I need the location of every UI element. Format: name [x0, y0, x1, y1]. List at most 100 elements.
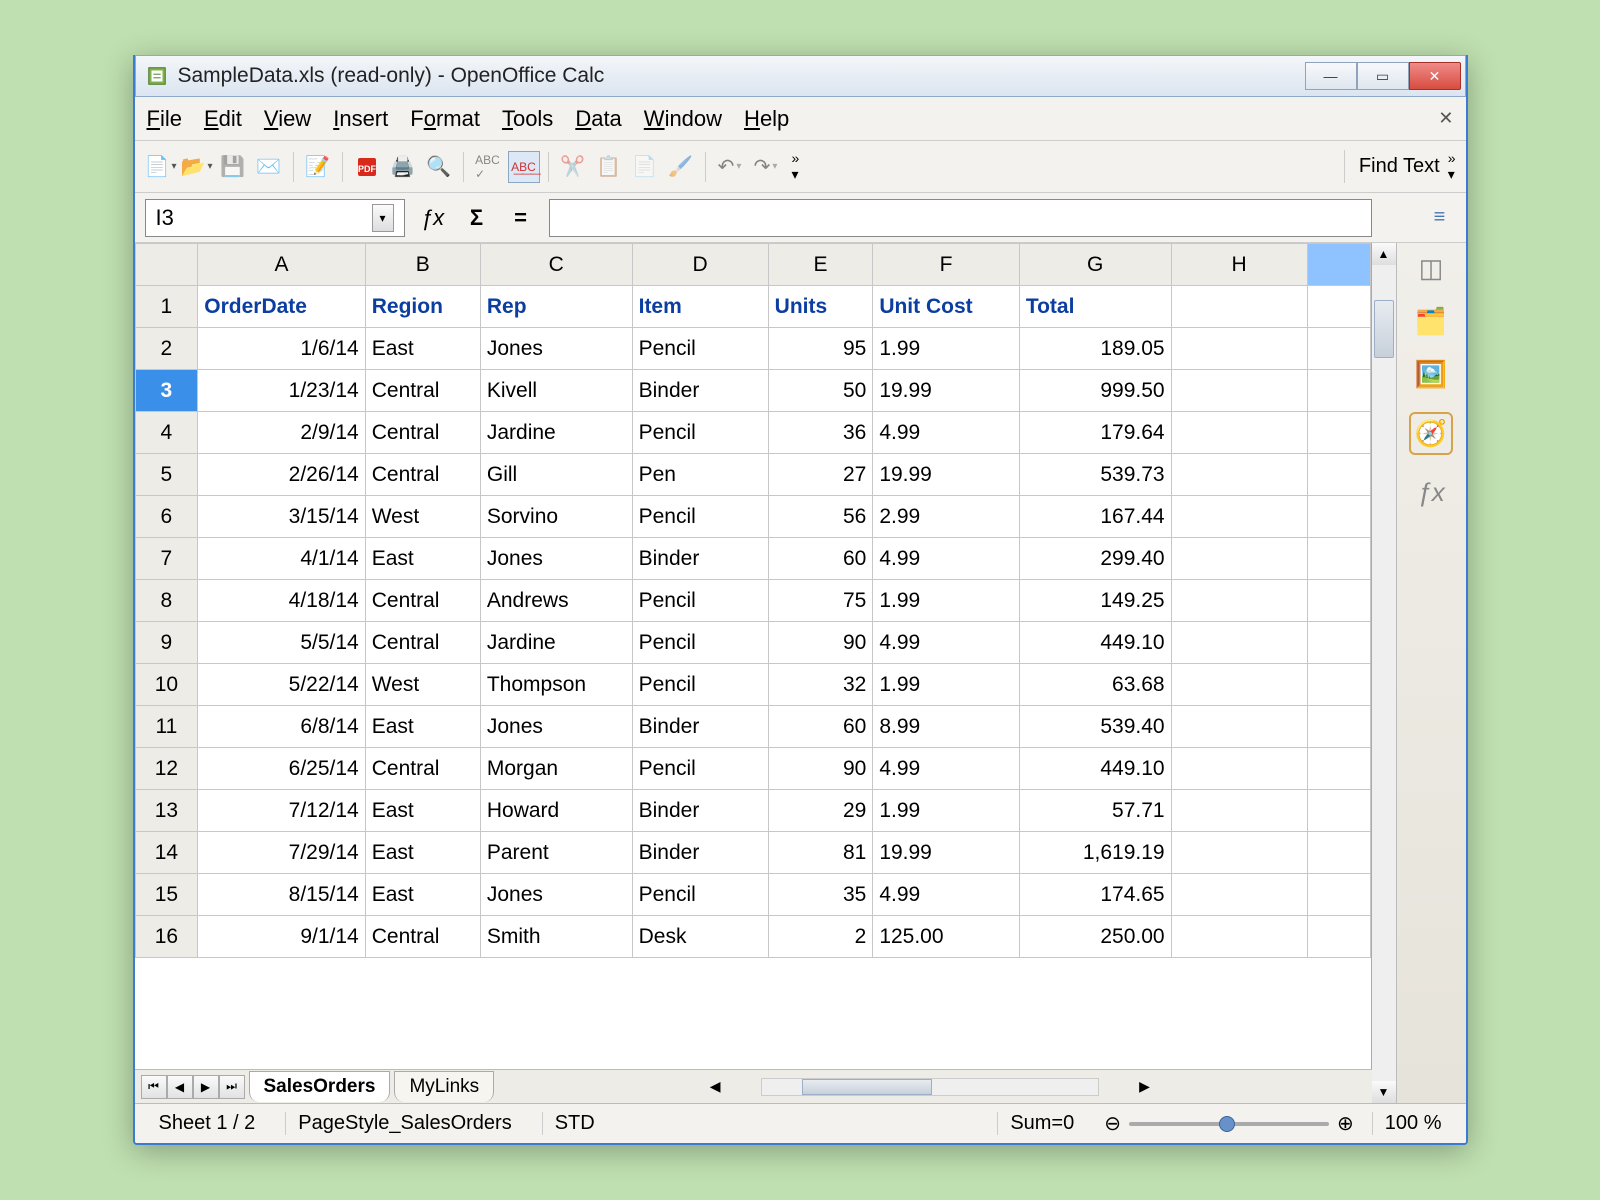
cell[interactable]: 9/1/14 — [198, 916, 365, 958]
cell[interactable]: 2.99 — [873, 496, 1020, 538]
cell[interactable] — [1171, 370, 1307, 412]
gallery-icon[interactable]: 🖼️ — [1415, 359, 1447, 390]
cell[interactable]: Units — [768, 286, 873, 328]
cell[interactable] — [1307, 622, 1370, 664]
cell[interactable]: 60 — [768, 706, 873, 748]
tab-nav-next-icon[interactable]: ▶ — [193, 1075, 219, 1099]
cell[interactable]: Pencil — [632, 664, 768, 706]
cell[interactable]: 6/25/14 — [198, 748, 365, 790]
cell[interactable]: Pencil — [632, 328, 768, 370]
vscroll-up-icon[interactable]: ▲ — [1372, 243, 1396, 265]
cell[interactable]: 3/15/14 — [198, 496, 365, 538]
cell[interactable] — [1171, 454, 1307, 496]
cell[interactable]: Region — [365, 286, 480, 328]
hscroll-left-icon[interactable]: ◀ — [710, 1078, 721, 1095]
cell[interactable]: 56 — [768, 496, 873, 538]
cell[interactable]: 5/22/14 — [198, 664, 365, 706]
cell[interactable]: Pencil — [632, 496, 768, 538]
redo-icon[interactable]: ↷ — [750, 151, 782, 183]
hscroll-right-icon[interactable]: ▶ — [1139, 1078, 1150, 1095]
cell[interactable]: 4.99 — [873, 412, 1020, 454]
auto-spellcheck-icon[interactable]: A͟B͟C͟ — [508, 151, 540, 183]
zoom-thumb[interactable] — [1219, 1116, 1235, 1132]
cell[interactable]: 189.05 — [1019, 328, 1171, 370]
cell[interactable]: 2 — [768, 916, 873, 958]
cell[interactable]: 8.99 — [873, 706, 1020, 748]
row-header[interactable]: 15 — [135, 874, 198, 916]
cell[interactable]: 6/8/14 — [198, 706, 365, 748]
spreadsheet-grid[interactable]: A B C D E F G H 1OrderDateRegionRepItemU… — [135, 243, 1372, 1069]
menu-format[interactable]: Format — [410, 106, 480, 132]
tab-nav-first-icon[interactable]: ⏮ — [141, 1075, 167, 1099]
cell[interactable]: Sorvino — [480, 496, 632, 538]
cell[interactable]: East — [365, 832, 480, 874]
row-header[interactable]: 11 — [135, 706, 198, 748]
cell[interactable] — [1171, 748, 1307, 790]
cell[interactable]: 81 — [768, 832, 873, 874]
cell[interactable]: OrderDate — [198, 286, 365, 328]
zoom-out-icon[interactable]: ⊖ — [1104, 1111, 1121, 1136]
cell[interactable]: Binder — [632, 832, 768, 874]
cell[interactable]: 19.99 — [873, 832, 1020, 874]
function-wizard-icon[interactable]: ƒx — [417, 202, 449, 234]
cell[interactable]: 35 — [768, 874, 873, 916]
cell[interactable]: 27 — [768, 454, 873, 496]
cell[interactable]: 449.10 — [1019, 748, 1171, 790]
row-header[interactable]: 3 — [135, 370, 198, 412]
cell[interactable]: 32 — [768, 664, 873, 706]
cell[interactable] — [1307, 370, 1370, 412]
cell[interactable]: Jones — [480, 538, 632, 580]
tab-nav-prev-icon[interactable]: ◀ — [167, 1075, 193, 1099]
cell[interactable]: 29 — [768, 790, 873, 832]
cell[interactable] — [1307, 496, 1370, 538]
paste-icon[interactable]: 📄 — [629, 151, 661, 183]
cell[interactable]: Thompson — [480, 664, 632, 706]
cell[interactable]: Pencil — [632, 580, 768, 622]
toolbar-overflow-icon[interactable]: »▾ — [1448, 150, 1456, 183]
cell[interactable]: 90 — [768, 748, 873, 790]
open-folder-icon[interactable]: 📂 — [181, 151, 213, 183]
cell[interactable]: Central — [365, 916, 480, 958]
menu-tools[interactable]: Tools — [502, 106, 553, 132]
cell[interactable] — [1307, 790, 1370, 832]
cell[interactable] — [1171, 916, 1307, 958]
cell[interactable]: Pen — [632, 454, 768, 496]
row-header[interactable]: 8 — [135, 580, 198, 622]
cell[interactable]: Jardine — [480, 412, 632, 454]
row-header[interactable]: 10 — [135, 664, 198, 706]
cell[interactable]: Item — [632, 286, 768, 328]
cell[interactable]: Binder — [632, 370, 768, 412]
cell[interactable]: 75 — [768, 580, 873, 622]
cell[interactable]: 4.99 — [873, 748, 1020, 790]
cell[interactable]: Parent — [480, 832, 632, 874]
menu-help[interactable]: Help — [744, 106, 789, 132]
cell[interactable]: Pencil — [632, 874, 768, 916]
new-document-icon[interactable]: 📄 — [145, 151, 177, 183]
cell[interactable]: Jones — [480, 874, 632, 916]
cell[interactable]: West — [365, 496, 480, 538]
cell[interactable] — [1171, 286, 1307, 328]
name-box[interactable]: I3 ▾ — [145, 199, 405, 237]
equals-icon[interactable]: = — [505, 202, 537, 234]
select-all-corner[interactable] — [135, 244, 198, 286]
cell[interactable]: Central — [365, 370, 480, 412]
row-header[interactable]: 14 — [135, 832, 198, 874]
save-icon[interactable]: 💾 — [217, 151, 249, 183]
col-header-e[interactable]: E — [768, 244, 873, 286]
menu-edit[interactable]: Edit — [204, 106, 242, 132]
cell[interactable] — [1307, 664, 1370, 706]
cell[interactable]: 8/15/14 — [198, 874, 365, 916]
edit-file-icon[interactable]: 📝 — [302, 151, 334, 183]
col-header-d[interactable]: D — [632, 244, 768, 286]
cell[interactable] — [1307, 328, 1370, 370]
cell[interactable]: East — [365, 328, 480, 370]
cell[interactable]: Morgan — [480, 748, 632, 790]
cell[interactable]: Jardine — [480, 622, 632, 664]
cell[interactable]: West — [365, 664, 480, 706]
export-pdf-icon[interactable]: PDF — [351, 151, 383, 183]
cell[interactable]: Jones — [480, 328, 632, 370]
cell[interactable] — [1171, 412, 1307, 454]
cut-icon[interactable]: ✂️ — [557, 151, 589, 183]
cell[interactable]: 90 — [768, 622, 873, 664]
cell[interactable]: Howard — [480, 790, 632, 832]
